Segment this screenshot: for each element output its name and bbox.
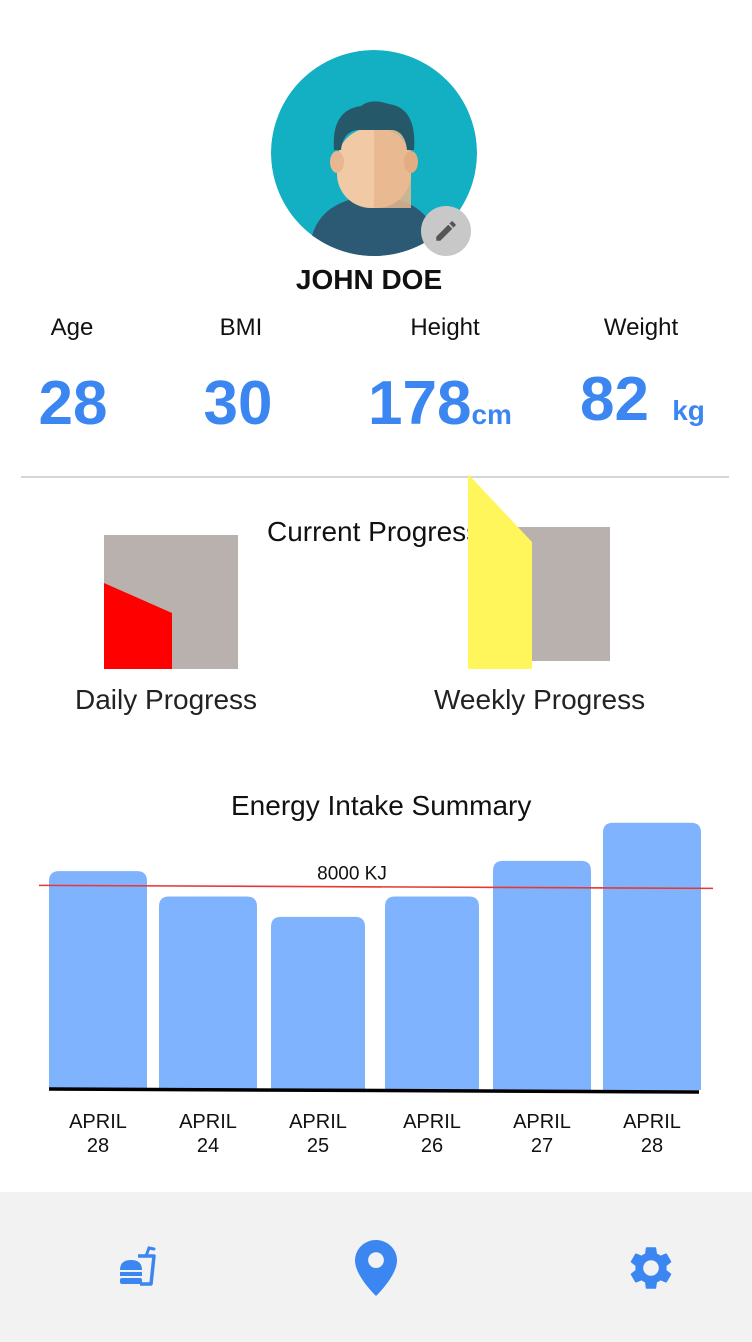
gear-icon <box>630 1247 672 1289</box>
x-tick-month: APRIL <box>289 1111 347 1133</box>
weight-label: Weight <box>603 314 679 341</box>
x-tick-month: APRIL <box>623 1111 681 1133</box>
height-unit: cm <box>471 399 512 430</box>
energy-bar <box>603 822 701 1090</box>
weekly-progress-label: Weekly Progress <box>434 684 646 715</box>
food-drink-icon <box>120 1246 156 1286</box>
age-label: Age <box>50 314 94 341</box>
edit-avatar-button[interactable] <box>421 206 471 256</box>
x-tick-label: APRIL 27 <box>492 1110 592 1158</box>
x-tick-day: 24 <box>196 1135 220 1157</box>
x-tick-day: 25 <box>306 1135 330 1157</box>
user-name: JOHN DOE <box>295 264 443 295</box>
weight-value-group: 82 kg <box>580 364 720 435</box>
x-tick-label: APRIL 28 <box>48 1110 148 1158</box>
weight-value: 82 <box>580 365 649 434</box>
pencil-icon <box>436 221 456 241</box>
nav-location-button[interactable] <box>346 1238 406 1298</box>
height-value: 178 <box>368 369 472 438</box>
bmi-value: 30 <box>203 369 273 438</box>
x-tick-month: APRIL <box>179 1111 237 1133</box>
x-tick-day: 28 <box>640 1135 664 1157</box>
energy-bar <box>49 871 147 1090</box>
height-label: Height <box>410 314 480 341</box>
energy-bar <box>385 896 479 1090</box>
x-tick-month: APRIL <box>513 1111 571 1133</box>
x-tick-month: APRIL <box>403 1111 461 1133</box>
x-tick-label: APRIL 24 <box>158 1110 258 1158</box>
x-tick-label: APRIL 28 <box>602 1110 702 1158</box>
weight-unit: kg <box>672 395 705 426</box>
x-tick-month: APRIL <box>69 1111 127 1133</box>
energy-bar <box>271 916 365 1090</box>
height-value-group: 178cm <box>368 368 528 439</box>
x-tick-day: 27 <box>530 1135 554 1157</box>
energy-bar <box>493 860 591 1090</box>
x-tick-label: APRIL 25 <box>268 1110 368 1158</box>
age-value: 28 <box>38 369 108 438</box>
x-tick-day: 26 <box>420 1135 444 1157</box>
bmi-label: BMI <box>219 314 263 341</box>
bottom-nav <box>0 1192 752 1342</box>
x-tick-label: APRIL 26 <box>382 1110 482 1158</box>
profile-avatar-container <box>271 50 477 256</box>
energy-bar <box>159 896 257 1090</box>
x-tick-day: 28 <box>86 1135 110 1157</box>
nav-settings-button[interactable] <box>621 1238 681 1298</box>
nav-food-button[interactable] <box>108 1238 168 1298</box>
location-pin-icon <box>355 1240 397 1296</box>
weekly-progress-fill <box>468 474 532 669</box>
energy-chart: 8000 KJ <box>38 822 714 1094</box>
progress-graphics <box>104 474 610 669</box>
daily-progress-label: Daily Progress <box>75 684 258 715</box>
target-label: 8000 KJ <box>317 863 387 884</box>
x-axis-line <box>48 1087 700 1094</box>
